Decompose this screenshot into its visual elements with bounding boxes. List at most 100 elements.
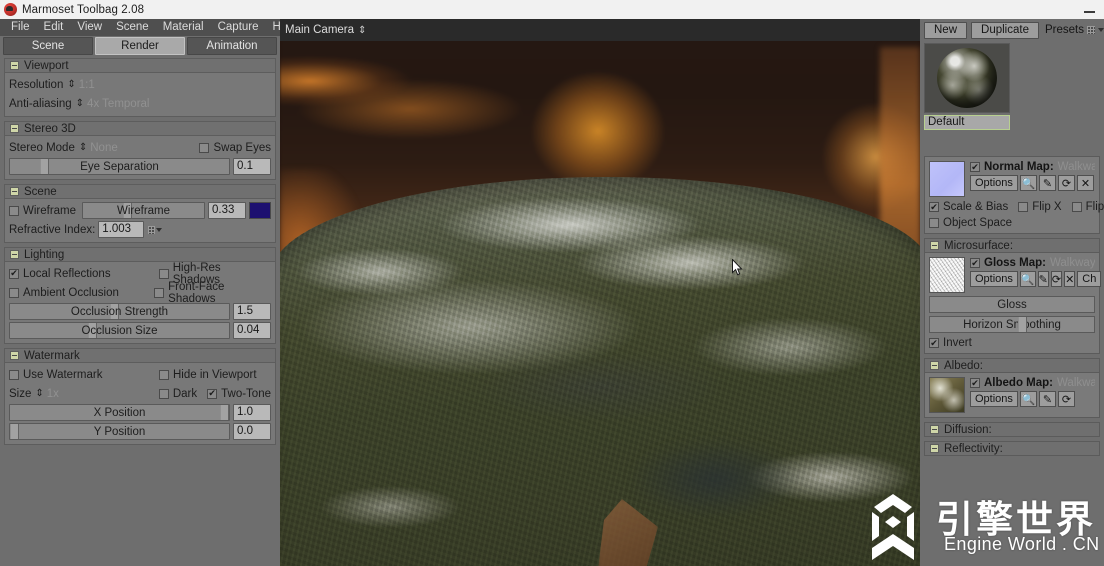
- spinner-icon[interactable]: ⇕: [358, 25, 366, 36]
- presets-button[interactable]: Presets: [1045, 24, 1104, 36]
- swap-eyes-checkbox[interactable]: Swap Eyes: [199, 142, 271, 154]
- antialiasing-value[interactable]: 4x Temporal: [87, 98, 149, 110]
- front-face-shadows-checkbox[interactable]: Front-Face Shadows: [154, 281, 271, 305]
- slider-handle[interactable]: [10, 424, 19, 439]
- x-position-slider[interactable]: X Position: [9, 404, 230, 421]
- tab-scene[interactable]: Scene: [3, 37, 93, 55]
- group-scene-header[interactable]: Scene: [4, 184, 276, 199]
- new-material-button[interactable]: New: [924, 21, 968, 39]
- spinner-icon[interactable]: ⇕: [79, 142, 87, 153]
- collapse-icon[interactable]: [10, 187, 19, 196]
- normal-map-options-button[interactable]: Options: [970, 175, 1018, 191]
- channel-button[interactable]: Ch: [1077, 271, 1102, 287]
- refresh-icon[interactable]: ⟳: [1057, 391, 1075, 407]
- hide-in-viewport-checkbox[interactable]: Hide in Viewport: [159, 369, 257, 381]
- slider-handle[interactable]: [1018, 317, 1027, 332]
- albedo-map-checkbox[interactable]: [970, 378, 980, 388]
- collapse-icon[interactable]: [10, 250, 19, 259]
- spinner-icon[interactable]: ⇕: [35, 388, 43, 399]
- occlusion-size-value[interactable]: 0.04: [233, 322, 271, 339]
- normal-map-thumbnail[interactable]: [929, 161, 965, 197]
- menu-scene[interactable]: Scene: [109, 20, 156, 36]
- viewport-3d[interactable]: Main Camera ⇕: [280, 19, 920, 566]
- collapse-icon[interactable]: [930, 444, 939, 453]
- refractive-index-value[interactable]: 1.003: [98, 221, 145, 238]
- menu-view[interactable]: View: [70, 20, 109, 36]
- resolution-value[interactable]: 1:1: [79, 79, 95, 91]
- occlusion-size-slider[interactable]: Occlusion Size: [9, 322, 230, 339]
- wireframe-checkbox[interactable]: Wireframe: [9, 205, 76, 217]
- tab-animation[interactable]: Animation: [187, 37, 277, 55]
- search-icon[interactable]: 🔍: [1019, 391, 1037, 407]
- menu-file[interactable]: File: [4, 20, 37, 36]
- collapse-icon[interactable]: [10, 124, 19, 133]
- y-position-slider[interactable]: Y Position: [9, 423, 230, 440]
- group-watermark-header[interactable]: Watermark: [4, 348, 276, 363]
- section-microsurface-header[interactable]: Microsurface:: [924, 238, 1100, 253]
- eye-separation-slider[interactable]: Eye Separation: [9, 158, 230, 175]
- close-icon[interactable]: ✕: [1064, 271, 1076, 287]
- material-item-default[interactable]: Default: [924, 43, 1010, 130]
- material-name-field[interactable]: Default: [924, 115, 1010, 130]
- collapse-icon[interactable]: [10, 61, 19, 70]
- collapse-icon[interactable]: [930, 361, 939, 370]
- use-watermark-checkbox[interactable]: Use Watermark: [9, 369, 159, 381]
- occlusion-strength-slider[interactable]: Occlusion Strength: [9, 303, 230, 320]
- preset-list-icon[interactable]: [148, 224, 163, 236]
- normal-map-checkbox[interactable]: [970, 162, 980, 172]
- horizon-smoothing-slider[interactable]: Horizon Smoothing: [929, 316, 1095, 333]
- scale-bias-checkbox[interactable]: Scale & Bias: [929, 201, 1008, 213]
- section-diffusion-header[interactable]: Diffusion:: [924, 422, 1100, 437]
- collapse-icon[interactable]: [930, 425, 939, 434]
- close-icon[interactable]: ✕: [1076, 175, 1094, 191]
- dark-checkbox[interactable]: Dark: [158, 388, 197, 400]
- group-viewport-header[interactable]: Viewport: [4, 58, 276, 73]
- section-albedo-header[interactable]: Albedo:: [924, 358, 1100, 373]
- group-lighting-header[interactable]: Lighting: [4, 247, 276, 262]
- eyedropper-icon[interactable]: ✎: [1038, 391, 1056, 407]
- collapse-icon[interactable]: [930, 241, 939, 250]
- eyedropper-icon[interactable]: ✎: [1037, 271, 1049, 287]
- menu-material[interactable]: Material: [156, 20, 211, 36]
- flip-y-checkbox[interactable]: Flip: [1071, 201, 1104, 213]
- slider-handle[interactable]: [220, 405, 229, 420]
- x-position-value[interactable]: 1.0: [233, 404, 271, 421]
- section-reflectivity-header[interactable]: Reflectivity:: [924, 441, 1100, 456]
- gloss-map-thumbnail[interactable]: [929, 257, 965, 293]
- tab-render[interactable]: Render: [95, 37, 185, 55]
- spinner-icon[interactable]: ⇕: [67, 79, 75, 90]
- collapse-icon[interactable]: [10, 351, 19, 360]
- camera-label[interactable]: Main Camera: [285, 24, 354, 36]
- material-sphere-preview[interactable]: [924, 43, 1010, 113]
- albedo-map-thumbnail[interactable]: [929, 377, 965, 413]
- gloss-slider[interactable]: Gloss: [929, 296, 1095, 313]
- refresh-icon[interactable]: ⟳: [1050, 271, 1063, 287]
- stereo-mode-value[interactable]: None: [90, 142, 118, 154]
- wireframe-color-swatch[interactable]: [249, 202, 271, 219]
- wireframe-value[interactable]: 0.33: [208, 202, 246, 219]
- refresh-icon[interactable]: ⟳: [1057, 175, 1075, 191]
- duplicate-material-button[interactable]: Duplicate: [971, 21, 1039, 39]
- menu-capture[interactable]: Capture: [211, 20, 266, 36]
- size-value[interactable]: 1x: [47, 388, 59, 400]
- y-position-value[interactable]: 0.0: [233, 423, 271, 440]
- spinner-icon[interactable]: ⇕: [76, 98, 84, 109]
- search-icon[interactable]: 🔍: [1019, 175, 1037, 191]
- albedo-map-options-button[interactable]: Options: [970, 391, 1018, 407]
- group-stereo-3d-header[interactable]: Stereo 3D: [4, 121, 276, 136]
- flip-x-checkbox[interactable]: Flip X: [1018, 201, 1062, 213]
- menu-edit[interactable]: Edit: [37, 20, 71, 36]
- minimize-button[interactable]: [1074, 0, 1104, 19]
- object-space-checkbox[interactable]: Object Space: [929, 217, 1012, 229]
- slider-handle[interactable]: [40, 159, 49, 174]
- two-tone-checkbox[interactable]: Two-Tone: [207, 388, 271, 400]
- wireframe-slider[interactable]: Wireframe: [82, 202, 205, 219]
- gloss-map-options-button[interactable]: Options: [970, 271, 1018, 287]
- eye-separation-value[interactable]: 0.1: [233, 158, 271, 175]
- gloss-map-checkbox[interactable]: [970, 258, 980, 268]
- eyedropper-icon[interactable]: ✎: [1038, 175, 1056, 191]
- occlusion-strength-value[interactable]: 1.5: [233, 303, 271, 320]
- ambient-occlusion-checkbox[interactable]: Ambient Occlusion: [9, 287, 154, 299]
- local-reflections-checkbox[interactable]: Local Reflections: [9, 268, 159, 280]
- search-icon[interactable]: 🔍: [1019, 271, 1036, 287]
